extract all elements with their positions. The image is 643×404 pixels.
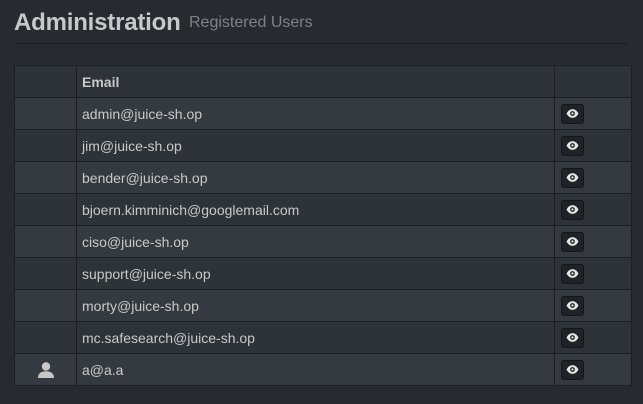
users-table-body: admin@juice-sh.op jim@juice-sh.op bender@j… <box>14 97 632 386</box>
view-user-button[interactable] <box>561 135 584 156</box>
action-cell <box>554 225 632 258</box>
action-cell <box>554 129 632 162</box>
view-user-button[interactable] <box>561 167 584 188</box>
user-email: bender@juice-sh.op <box>76 161 555 194</box>
view-user-button[interactable] <box>561 231 584 252</box>
action-column-header <box>554 65 632 98</box>
view-user-button[interactable] <box>561 103 584 124</box>
user-email: a@a.a <box>76 353 555 386</box>
action-cell <box>554 97 632 130</box>
avatar-cell <box>14 97 77 130</box>
user-email: ciso@juice-sh.op <box>76 225 555 258</box>
action-cell <box>554 193 632 226</box>
table-row: support@juice-sh.op <box>14 257 632 290</box>
table-row: jim@juice-sh.op <box>14 129 632 162</box>
user-email: support@juice-sh.op <box>76 257 555 290</box>
action-cell <box>554 257 632 290</box>
view-user-button[interactable] <box>561 327 584 348</box>
action-cell <box>554 321 632 354</box>
table-row: bjoern.kimminich@googlemail.com <box>14 193 632 226</box>
view-user-button[interactable] <box>561 295 584 316</box>
eye-icon <box>566 333 579 342</box>
user-email: morty@juice-sh.op <box>76 289 555 322</box>
eye-icon <box>566 205 579 214</box>
eye-icon <box>566 365 579 374</box>
avatar-column-header <box>14 65 77 98</box>
user-email: jim@juice-sh.op <box>76 129 555 162</box>
action-cell <box>554 353 632 386</box>
avatar-cell <box>14 321 77 354</box>
user-email: bjoern.kimminich@googlemail.com <box>76 193 555 226</box>
table-row: morty@juice-sh.op <box>14 289 632 322</box>
eye-icon <box>566 237 579 246</box>
view-user-button[interactable] <box>561 359 584 380</box>
table-row: a@a.a <box>14 353 632 386</box>
user-email: admin@juice-sh.op <box>76 97 555 130</box>
table-header-row: Email <box>14 65 632 98</box>
page-header: Administration Registered Users <box>14 8 628 44</box>
eye-icon <box>566 109 579 118</box>
avatar-cell <box>14 129 77 162</box>
table-row: mc.safesearch@juice-sh.op <box>14 321 632 354</box>
email-column-header: Email <box>76 65 555 98</box>
eye-icon <box>566 141 579 150</box>
avatar-cell <box>14 161 77 194</box>
page-subtitle: Registered Users <box>189 14 313 31</box>
avatar-cell <box>14 257 77 290</box>
users-table: Email admin@juice-sh.op jim@juice-sh.op be… <box>14 65 632 386</box>
action-cell <box>554 161 632 194</box>
avatar-cell <box>14 289 77 322</box>
user-icon <box>15 361 76 379</box>
view-user-button[interactable] <box>561 263 584 284</box>
page-title: Administration <box>14 9 181 36</box>
table-row: admin@juice-sh.op <box>14 97 632 130</box>
table-row: bender@juice-sh.op <box>14 161 632 194</box>
action-cell <box>554 289 632 322</box>
avatar-cell <box>14 225 77 258</box>
avatar-cell <box>14 193 77 226</box>
eye-icon <box>566 173 579 182</box>
eye-icon <box>566 301 579 310</box>
view-user-button[interactable] <box>561 199 584 220</box>
table-row: ciso@juice-sh.op <box>14 225 632 258</box>
avatar-cell <box>14 353 77 386</box>
user-email: mc.safesearch@juice-sh.op <box>76 321 555 354</box>
eye-icon <box>566 269 579 278</box>
